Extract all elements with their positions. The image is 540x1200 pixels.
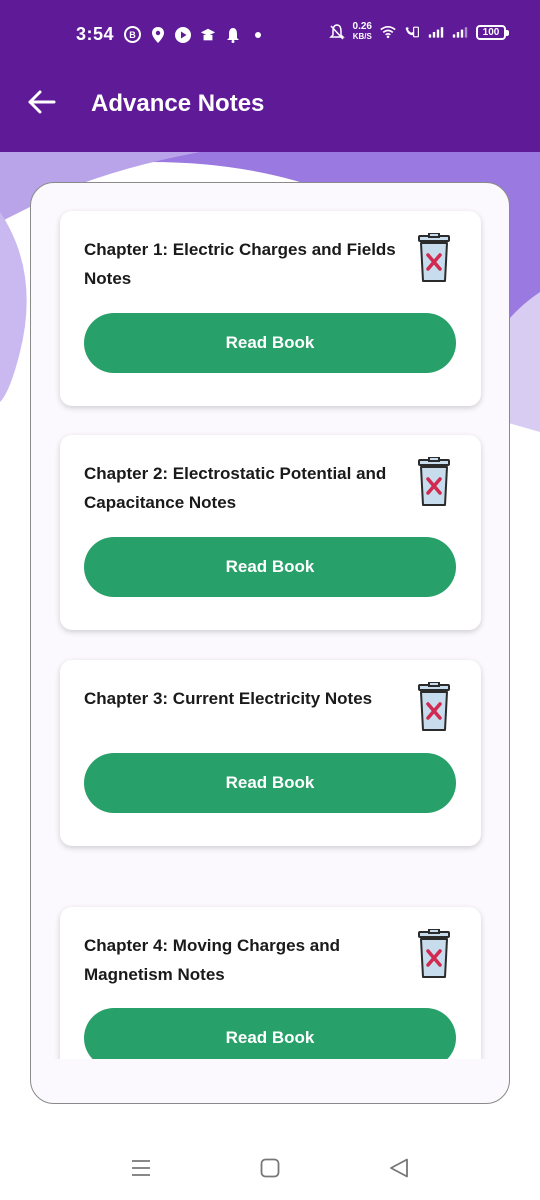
trash-delete-icon[interactable] (415, 928, 453, 981)
play-icon (175, 26, 191, 43)
b-app-icon: B (124, 26, 141, 43)
read-book-button[interactable]: Read Book (84, 1008, 456, 1059)
note-title: Chapter 3: Current Electricity Notes (84, 689, 373, 708)
back-arrow-icon[interactable] (26, 86, 58, 118)
note-card: Chapter 1: Electric Charges and Fields N… (60, 211, 481, 406)
signal-1-icon (428, 24, 444, 40)
trash-delete-icon[interactable] (415, 456, 453, 509)
top-bar: 3:54 B 0.26 KB/S 100 Advance Notes (0, 0, 540, 152)
graduation-icon (200, 27, 216, 43)
trash-delete-icon[interactable] (415, 681, 453, 734)
notes-panel: Chapter 1: Electric Charges and Fields N… (30, 182, 510, 1104)
wifi-icon (380, 24, 396, 40)
bell-muted-icon (328, 24, 345, 40)
app-bar: Advance Notes (0, 72, 540, 152)
note-title: Chapter 4: Moving Charges and Magnetism … (84, 936, 340, 984)
note-card: Chapter 2: Electrostatic Potential and C… (60, 435, 481, 630)
network-speed-value: 0.26 (352, 21, 372, 32)
note-title: Chapter 2: Electrostatic Potential and C… (84, 464, 387, 512)
status-time: 3:54 (76, 24, 115, 44)
menu-lines-icon[interactable] (129, 1156, 153, 1180)
network-speed-unit: KB/S (352, 32, 372, 41)
bell-icon (225, 27, 241, 43)
status-system-icons: 0.26 KB/S 100 (328, 22, 509, 42)
trash-delete-icon[interactable] (415, 232, 453, 285)
status-bar: 3:54 B 0.26 KB/S 100 (0, 0, 540, 72)
notes-list[interactable]: Chapter 1: Electric Charges and Fields N… (31, 183, 509, 1059)
note-card: Chapter 4: Moving Charges and Magnetism … (60, 907, 481, 1059)
note-title: Chapter 1: Electric Charges and Fields N… (84, 240, 396, 288)
square-home-icon[interactable] (258, 1156, 282, 1180)
system-nav-bar (0, 1140, 540, 1200)
read-book-button[interactable]: Read Book (84, 313, 456, 373)
signal-2-icon (452, 24, 468, 40)
location-pin-icon (150, 26, 166, 43)
volte-icon (404, 24, 420, 40)
triangle-back-icon[interactable] (387, 1156, 411, 1180)
note-card: Chapter 3: Current Electricity Notes Rea… (60, 660, 481, 846)
battery-indicator: 100 (476, 24, 509, 40)
network-speed: 0.26 KB/S (353, 22, 372, 42)
page-title: Advance Notes (91, 90, 265, 117)
read-book-button[interactable]: Read Book (84, 537, 456, 597)
dot-icon (250, 27, 266, 43)
status-notification-icons: B (124, 26, 266, 43)
read-book-button[interactable]: Read Book (84, 753, 456, 813)
